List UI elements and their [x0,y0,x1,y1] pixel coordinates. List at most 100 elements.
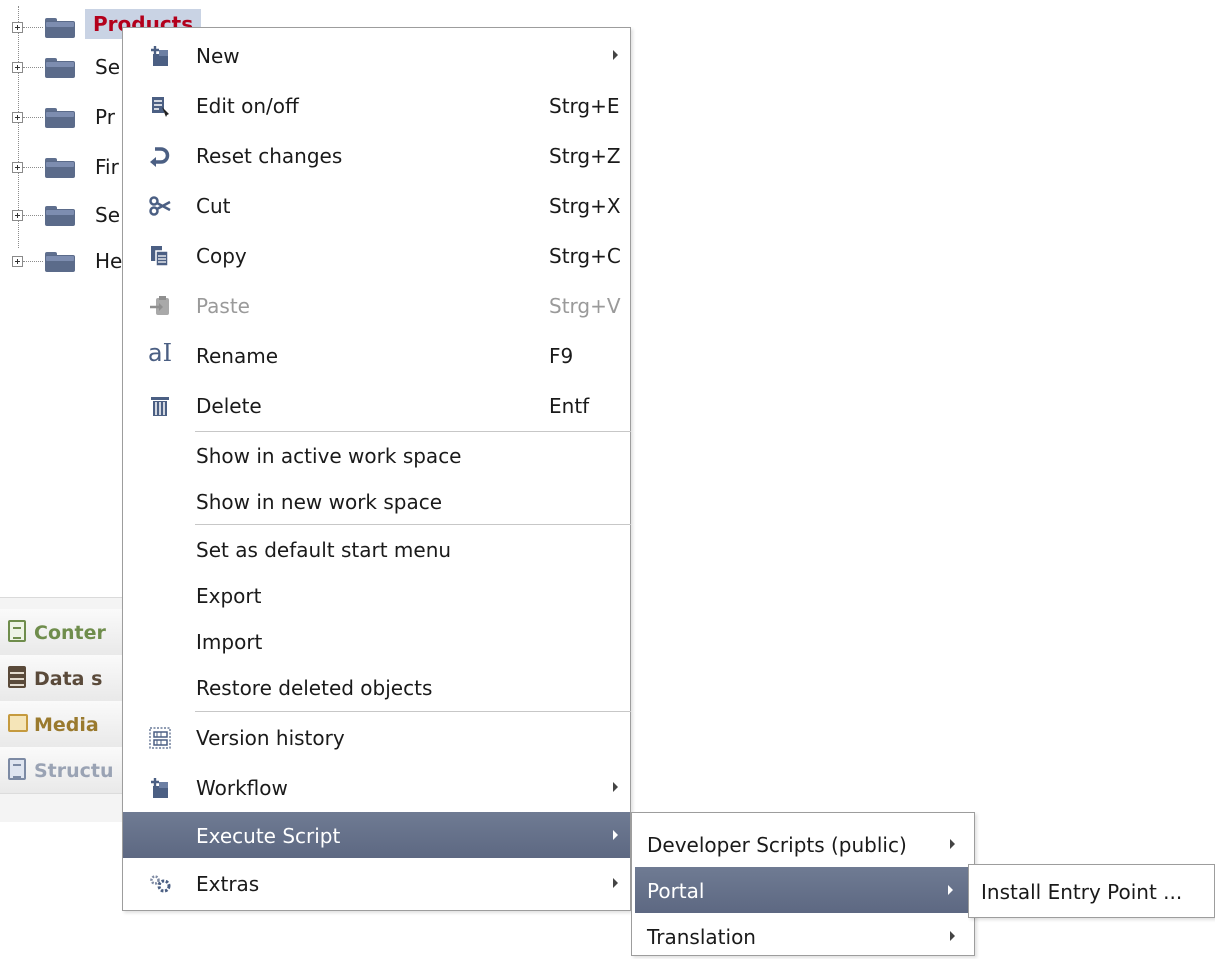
folder-icon [45,158,75,178]
menu-item-label: Show in new work space [196,490,443,514]
tree-branch-line [23,67,43,68]
menu-item-label: New [196,44,240,68]
data-sources-icon [8,666,26,688]
menu-separator [195,711,631,712]
tree-item-label: Pr [95,105,115,129]
menu-item-copy[interactable]: Copy Strg+C [123,232,630,278]
menu-item-new[interactable]: New [123,32,630,78]
expand-icon[interactable] [12,62,23,73]
shortcut-label: F9 [549,344,574,368]
extras-icon [149,873,171,895]
tree-branch-line [23,261,43,262]
menu-item-export[interactable]: Export [123,572,630,618]
submenu-item-install-entry-point[interactable]: Install Entry Point ... [969,868,1214,914]
menu-item-cut[interactable]: Cut Strg+X [123,182,630,228]
menu-item-label: Restore deleted objects [196,676,433,700]
tree-item-label: Se [95,55,120,79]
paste-icon [149,295,171,317]
tree-branch-line [23,167,43,168]
submenu-item-label: Install Entry Point ... [981,880,1183,904]
menu-separator [195,524,631,525]
nav-item-label: Data s [34,668,103,690]
menu-item-label: Rename [196,344,279,368]
submenu-item-portal[interactable]: Portal [635,867,969,913]
shortcut-label: Strg+V [549,294,621,318]
folder-icon [45,252,75,272]
content-icon [8,620,26,642]
nav-item-content[interactable]: Conter [0,609,125,656]
folder-icon [45,108,75,128]
nav-item-label: Structu [34,760,114,782]
menu-item-label: Paste [196,294,250,318]
menu-item-label: Edit on/off [196,94,299,118]
shortcut-label: Entf [549,394,590,418]
submenu-arrow-icon [613,878,618,888]
tree-branch-line [23,215,43,216]
nav-item-structure[interactable]: Structu [0,747,125,794]
copy-icon [149,245,171,267]
nav-item-label: Conter [34,622,106,644]
menu-item-label: Reset changes [196,144,343,168]
execute-script-submenu: Developer Scripts (public) Portal Transl… [631,812,975,956]
nav-item-data-sources[interactable]: Data s [0,655,125,702]
menu-item-edit[interactable]: Edit on/off Strg+E [123,82,630,128]
structure-icon [8,758,26,780]
nav-item-label: Media [34,714,99,736]
shortcut-label: Strg+C [549,244,621,268]
menu-item-label: Import [196,630,263,654]
workflow-icon [149,777,171,799]
shortcut-label: Strg+X [549,194,621,218]
tree-item-label: He [95,249,123,273]
expand-icon[interactable] [12,162,23,173]
menu-item-label: Export [196,584,262,608]
submenu-item-label: Developer Scripts (public) [647,833,907,857]
menu-item-label: Execute Script [196,824,341,848]
expand-icon[interactable] [12,22,23,33]
menu-item-execute-script[interactable]: Execute Script [123,812,630,858]
menu-item-show-in-active-work-space[interactable]: Show in active work space [123,432,630,478]
nav-item-media[interactable]: Media [0,701,125,748]
folder-icon [45,206,75,226]
tree-item-label: Fir [95,155,119,179]
menu-item-label: Set as default start menu [196,538,452,562]
media-icon [8,714,28,732]
expand-icon[interactable] [12,210,23,221]
menu-item-restore-deleted-objects[interactable]: Restore deleted objects [123,664,630,710]
folder-icon [45,18,75,38]
reset-icon [149,145,171,167]
menu-item-reset-changes[interactable]: Reset changes Strg+Z [123,132,630,178]
cut-icon [149,195,171,217]
menu-item-show-in-new-work-space[interactable]: Show in new work space [123,478,630,524]
tree-branch-line [23,117,43,118]
new-icon [149,45,171,67]
portal-submenu: Install Entry Point ... [968,864,1215,918]
menu-item-rename[interactable]: aI Rename F9 [123,332,630,378]
context-menu: New Edit on/off Strg+E Reset changes Str… [122,27,631,911]
menu-item-delete[interactable]: Delete Entf [123,382,630,428]
expand-icon[interactable] [12,112,23,123]
submenu-arrow-icon [950,931,955,941]
menu-item-extras[interactable]: Extras [123,860,630,906]
menu-item-label: Delete [196,394,262,418]
tree-item-label: Se [95,203,120,227]
delete-icon [149,395,171,417]
menu-item-label: Copy [196,244,247,268]
menu-item-label: Version history [196,726,345,750]
submenu-arrow-icon [613,782,618,792]
submenu-item-label: Translation [647,925,756,949]
submenu-arrow-icon [948,885,953,895]
submenu-arrow-icon [950,839,955,849]
submenu-item-developer-scripts[interactable]: Developer Scripts (public) [632,821,974,867]
menu-item-label: Extras [196,872,260,896]
menu-item-label: Cut [196,194,231,218]
menu-item-paste: Paste Strg+V [123,282,630,328]
shortcut-label: Strg+Z [549,144,621,168]
submenu-item-label: Portal [647,879,705,903]
menu-item-import[interactable]: Import [123,618,630,664]
menu-item-version-history[interactable]: Version history [123,714,630,760]
version-history-icon [149,727,171,749]
expand-icon[interactable] [12,256,23,267]
menu-item-set-default-start-menu[interactable]: Set as default start menu [123,526,630,572]
menu-item-workflow[interactable]: Workflow [123,764,630,810]
submenu-item-translation[interactable]: Translation [632,913,974,959]
